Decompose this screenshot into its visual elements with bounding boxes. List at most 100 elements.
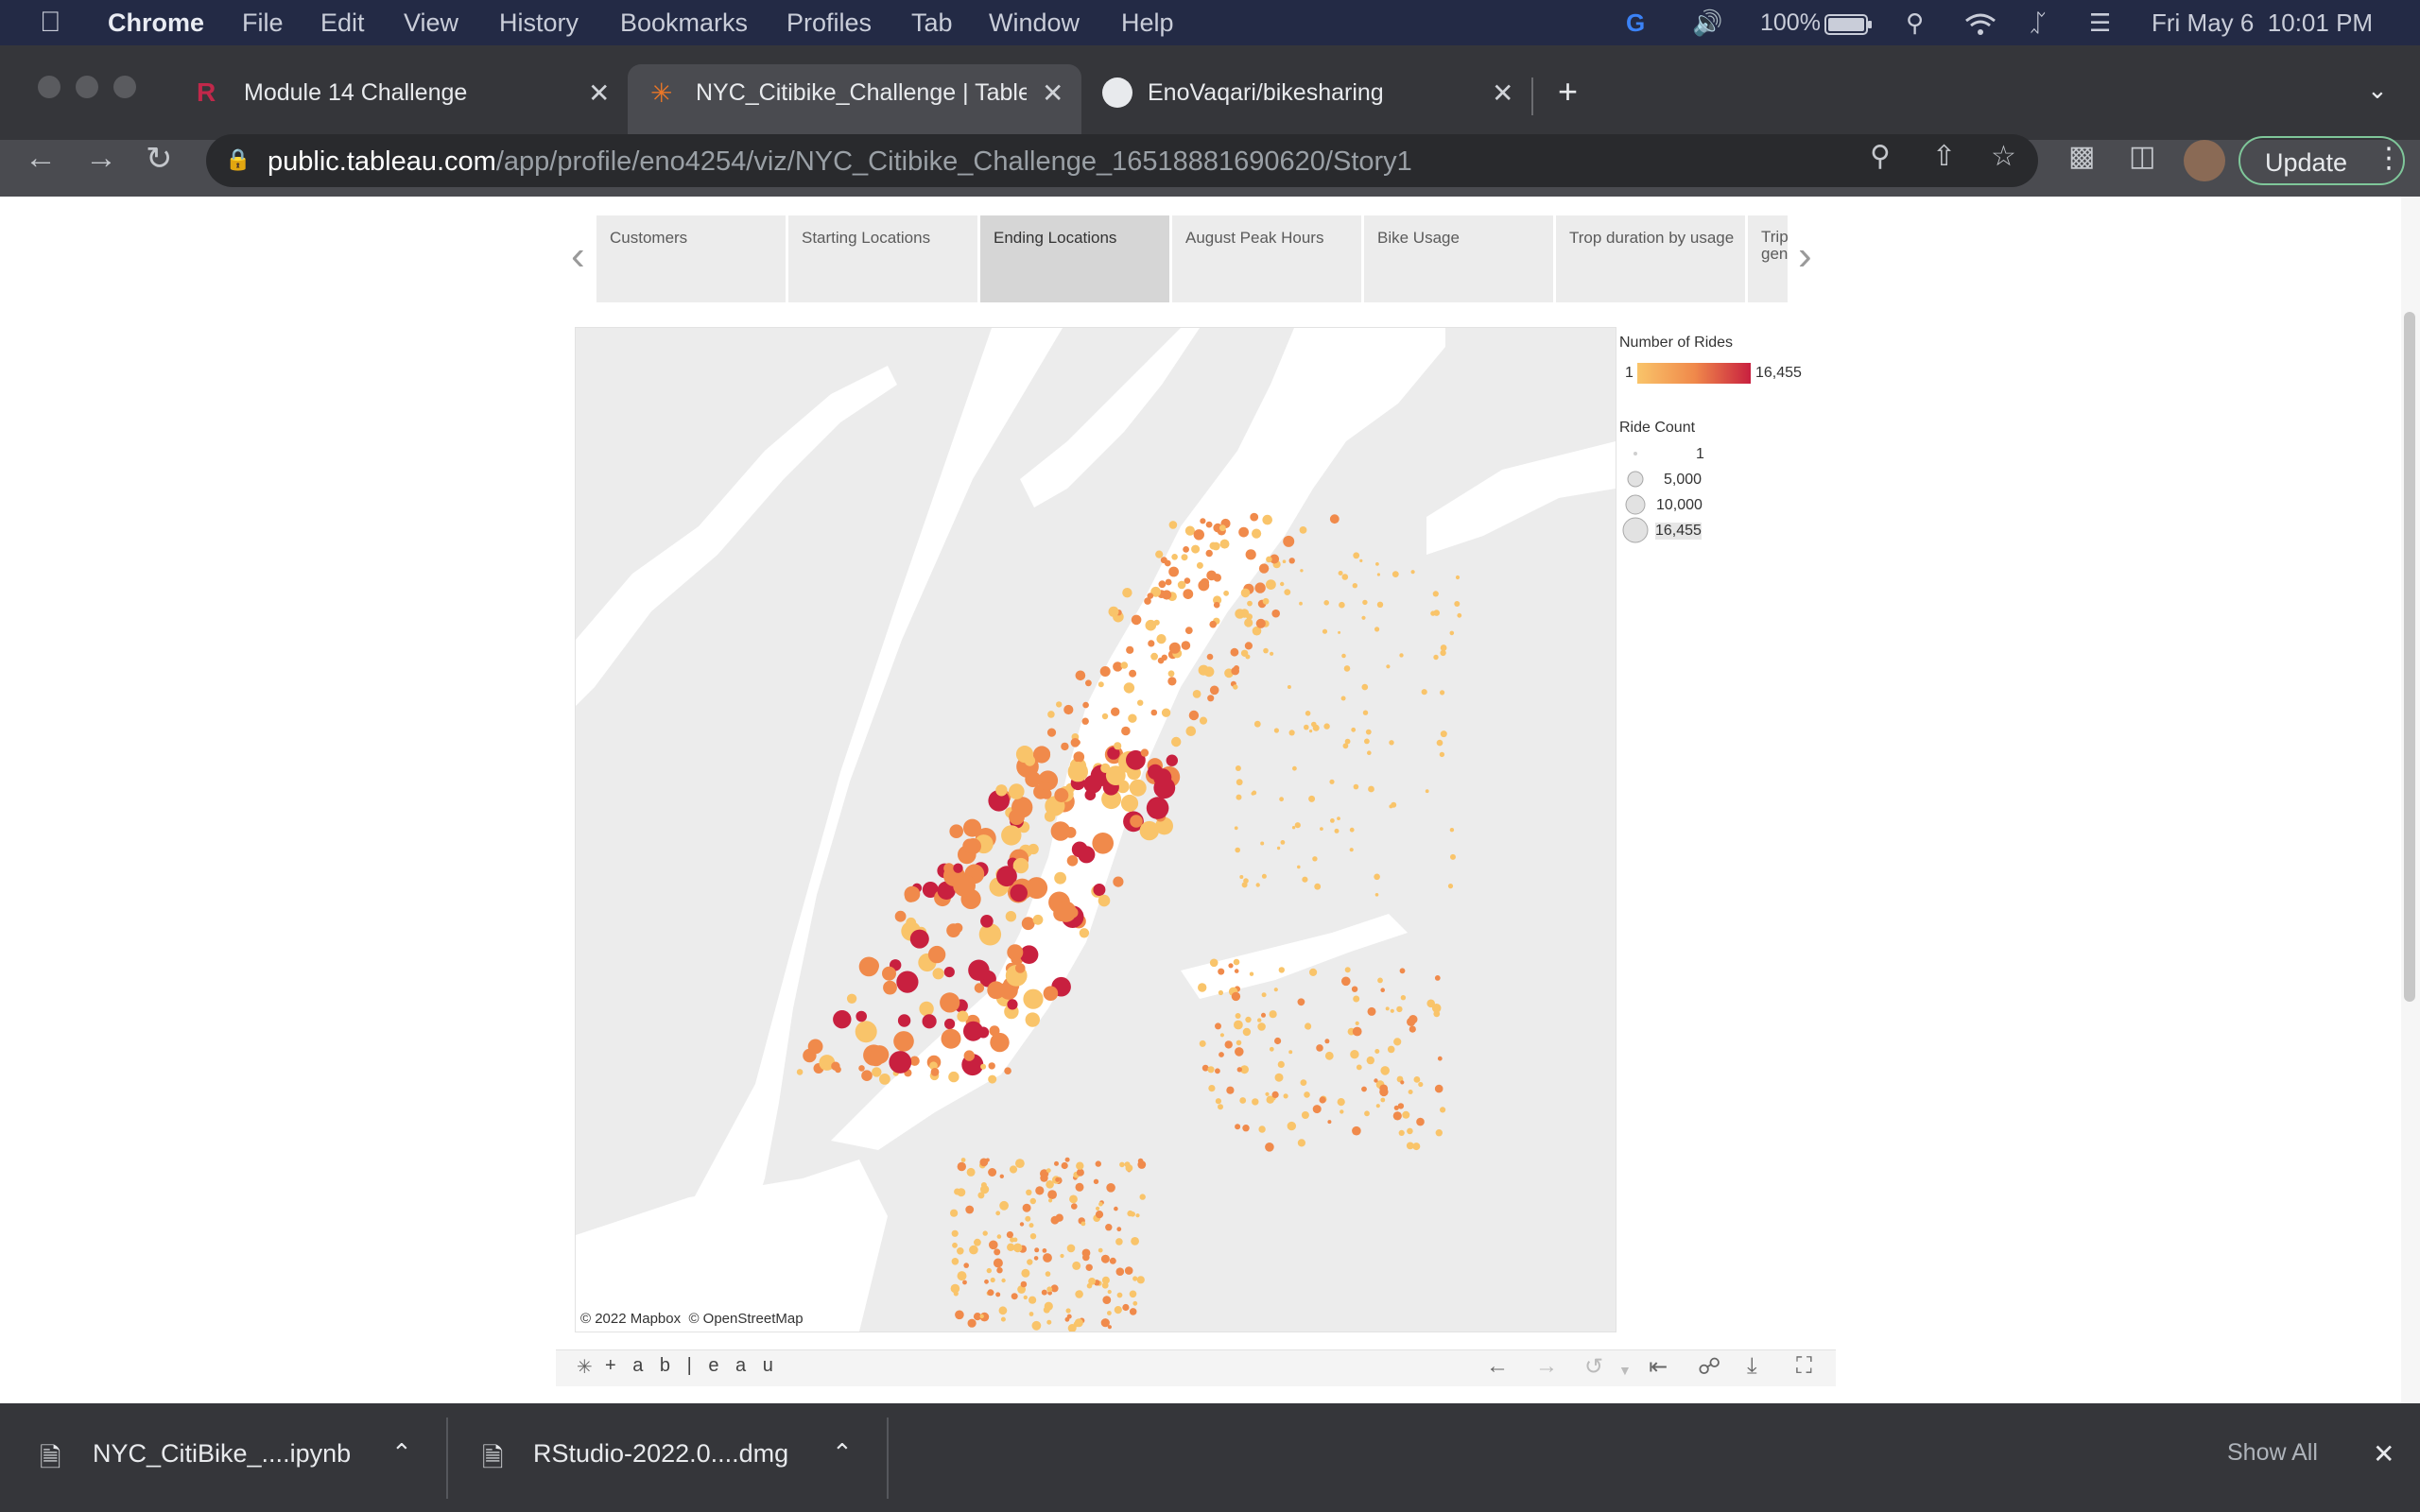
download-icon[interactable]: ⤓ — [1747, 1353, 1757, 1380]
new-tab-plus-icon[interactable]: + — [1558, 72, 1578, 112]
battery-icon[interactable] — [1824, 0, 1874, 45]
kebab-menu-icon[interactable]: ⋮ — [2375, 142, 2403, 175]
window-zoom-button[interactable] — [113, 76, 136, 98]
station-dot — [1440, 649, 1446, 657]
story-point-label: Trip gen — [1761, 228, 1788, 263]
station-dot — [1374, 1049, 1380, 1054]
tab-module-14[interactable]: R Module 14 Challenge ✕ — [193, 70, 618, 123]
station-dot — [1037, 747, 1050, 761]
story-point-august-peak-hours[interactable]: August Peak Hours — [1172, 215, 1361, 302]
station-dot — [1012, 1237, 1018, 1243]
station-dot — [1334, 828, 1340, 833]
show-all-downloads-link[interactable]: Show All — [2227, 1439, 2318, 1467]
lock-icon[interactable]: 🔒 — [225, 147, 251, 172]
station-dot — [1273, 728, 1279, 733]
url-text[interactable]: public.tableau.com/app/profile/eno4254/v… — [268, 146, 1412, 178]
close-icon[interactable]: ✕ — [1492, 77, 1513, 109]
tab-title: NYC_Citibike_Challenge | Tableau Public — [696, 79, 1027, 106]
wifi-icon[interactable] — [1964, 0, 1996, 45]
story-point-customers[interactable]: Customers — [596, 215, 786, 302]
bluetooth-icon[interactable]: ᛢ — [2031, 0, 2046, 45]
window-minimize-button[interactable] — [76, 76, 98, 98]
station-dot — [1148, 640, 1155, 647]
ending-locations-map[interactable] — [575, 327, 1616, 1332]
station-dot — [974, 1238, 981, 1246]
menu-datetime[interactable]: Fri May 6 10:01 PM — [2152, 0, 2373, 45]
story-point-starting-locations[interactable]: Starting Locations — [788, 215, 977, 302]
download-options-chevron-up-icon[interactable]: ⌃ — [832, 1438, 853, 1468]
menu-edit[interactable]: Edit — [320, 0, 365, 45]
download-item-dmg[interactable]: RStudio-2022.0....dmg — [533, 1439, 788, 1469]
story-point-bike-usage[interactable]: Bike Usage — [1364, 215, 1553, 302]
station-dot — [1000, 1316, 1006, 1322]
story-point-trip-duration[interactable]: Trop duration by usage — [1556, 215, 1745, 302]
station-dot — [1287, 685, 1291, 689]
profile-avatar[interactable] — [2184, 140, 2225, 181]
tab-search-chevron-down-icon[interactable]: ⌄ — [2367, 76, 2388, 105]
grammarly-icon[interactable]: G — [1626, 0, 1645, 45]
station-dot — [948, 1071, 959, 1083]
menu-app-name[interactable]: Chrome — [108, 0, 204, 45]
side-panel-icon[interactable]: ◫ — [2129, 140, 2155, 173]
spotlight-search-icon[interactable]: ⚲ — [1906, 0, 1924, 45]
close-icon[interactable]: ✕ — [588, 77, 610, 109]
share-icon[interactable]: ☍ — [1698, 1353, 1720, 1381]
close-downloads-icon[interactable]: ✕ — [2373, 1438, 2394, 1469]
share-icon[interactable]: ⇧ — [1932, 140, 1956, 173]
revert-dropdown-chevron-down-icon[interactable]: ▼ — [1618, 1363, 1632, 1378]
tableau-logo[interactable]: + a b | e a u — [605, 1355, 779, 1377]
station-dot — [1323, 723, 1330, 730]
station-dot — [988, 1062, 995, 1070]
fullscreen-icon[interactable]: ⛶ — [1796, 1353, 1812, 1380]
back-arrow-icon[interactable]: ← — [25, 140, 57, 177]
map-attribution[interactable]: © 2022 Mapbox © OpenStreetMap — [580, 1311, 804, 1327]
station-dot — [1302, 876, 1308, 883]
volume-icon[interactable]: 🔊 — [1692, 0, 1722, 45]
menu-view[interactable]: View — [404, 0, 458, 45]
station-dot — [1129, 779, 1147, 797]
menu-file[interactable]: File — [242, 0, 284, 45]
station-dot — [1130, 815, 1143, 828]
tab-github-bikesharing[interactable]: EnoVaqari/bikesharing ✕ — [1100, 70, 1526, 123]
tab-nyc-citibike[interactable]: ✳ NYC_Citibike_Challenge | Tableau Publi… — [647, 70, 1072, 123]
download-item-ipynb[interactable]: NYC_CitiBike_....ipynb — [93, 1439, 351, 1469]
station-dot — [1440, 690, 1445, 696]
station-dot — [1107, 1311, 1112, 1315]
station-dot — [1255, 618, 1266, 628]
menu-tab[interactable]: Tab — [911, 0, 953, 45]
apple-icon[interactable]:  — [40, 0, 61, 45]
extensions-puzzle-icon[interactable]: ▩ — [2068, 140, 2095, 173]
forward-arrow-icon[interactable]: → — [85, 140, 117, 177]
revert-icon[interactable]: ↺ — [1584, 1353, 1603, 1381]
station-dot — [1235, 1013, 1241, 1019]
station-dot — [1129, 1308, 1137, 1315]
menu-help[interactable]: Help — [1121, 0, 1174, 45]
menu-profiles[interactable]: Profiles — [786, 0, 872, 45]
station-dot — [989, 1240, 998, 1250]
station-dot — [1161, 654, 1167, 661]
story-next-arrow-icon[interactable]: › — [1798, 232, 1812, 280]
menu-bookmarks[interactable]: Bookmarks — [620, 0, 748, 45]
station-dot — [1236, 1067, 1242, 1073]
page-scrollbar-thumb[interactable] — [2404, 312, 2415, 1002]
station-dot — [796, 1069, 804, 1075]
control-center-icon[interactable]: ☰ — [2089, 0, 2111, 45]
redo-icon[interactable]: → — [1535, 1353, 1558, 1380]
bookmark-star-icon[interactable]: ☆ — [1991, 140, 2016, 173]
reload-icon[interactable]: ↻ — [146, 140, 173, 178]
zoom-magnifier-icon[interactable]: ⚲ — [1870, 140, 1891, 173]
undo-icon[interactable]: ← — [1486, 1353, 1509, 1380]
station-dot — [1235, 609, 1245, 619]
station-dot — [1283, 1093, 1288, 1099]
story-prev-arrow-icon[interactable]: ‹ — [571, 232, 585, 280]
menu-window[interactable]: Window — [989, 0, 1080, 45]
story-point-ending-locations[interactable]: Ending Locations — [980, 215, 1169, 302]
close-icon[interactable]: ✕ — [1042, 77, 1063, 109]
window-close-button[interactable] — [38, 76, 60, 98]
station-dot — [889, 1051, 912, 1074]
station-dot — [963, 818, 981, 837]
story-point-trip-gender[interactable]: Trip gen — [1748, 215, 1788, 302]
revert-all-icon[interactable]: ⇤ — [1649, 1353, 1668, 1381]
download-options-chevron-up-icon[interactable]: ⌃ — [391, 1438, 412, 1468]
menu-history[interactable]: History — [499, 0, 579, 45]
